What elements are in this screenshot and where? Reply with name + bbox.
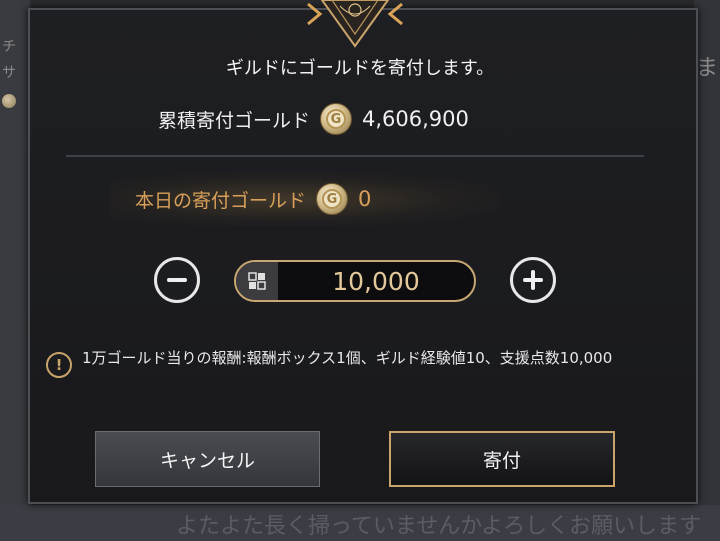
background-chat-text: よたよた長く掃っていませんかよろしくお願いします xyxy=(176,514,702,539)
today-donation-value: 0 xyxy=(358,187,372,211)
keypad-icon xyxy=(248,272,266,290)
total-donation-row: 累積寄付ゴールド G 4,606,900 xyxy=(158,103,469,135)
dialog-crest-ornament xyxy=(307,0,403,48)
dialog-title: ギルドにゴールドを寄付します。 xyxy=(225,58,495,79)
section-divider xyxy=(66,155,644,157)
keypad-button[interactable] xyxy=(236,262,278,300)
total-donation-label: 累積寄付ゴールド xyxy=(158,109,311,132)
increase-amount-button[interactable] xyxy=(510,257,556,303)
background-left-panel: チ サ xyxy=(0,0,30,541)
donation-amount-input[interactable]: 10,000 xyxy=(234,260,476,302)
warning-icon: ! xyxy=(46,352,72,378)
today-donation-label: 本日の寄付ゴールド xyxy=(135,189,307,212)
background-coin-icon xyxy=(2,94,16,108)
donation-amount-value: 10,000 xyxy=(332,266,420,296)
cancel-button[interactable]: キャンセル xyxy=(95,431,320,487)
reward-notice: ! 1万ゴールド当りの報酬:報酬ボックス1個、ギルド経験値10、支援点数10,0… xyxy=(46,348,636,378)
gold-coin-icon: G xyxy=(320,103,353,135)
gold-coin-icon: G xyxy=(316,183,349,215)
decrease-amount-button[interactable] xyxy=(154,257,200,303)
donate-dialog xyxy=(28,8,698,504)
total-donation-value: 4,606,900 xyxy=(362,107,469,131)
background-text-fragment: チ xyxy=(2,39,16,55)
donate-button[interactable]: 寄付 xyxy=(389,431,615,487)
minus-icon xyxy=(167,278,187,282)
today-donation-row: 本日の寄付ゴールド G 0 xyxy=(135,182,371,216)
plus-icon-vertical xyxy=(531,270,535,290)
reward-notice-text: 1万ゴールド当りの報酬:報酬ボックス1個、ギルド経験値10、支援点数10,000 xyxy=(82,349,613,367)
